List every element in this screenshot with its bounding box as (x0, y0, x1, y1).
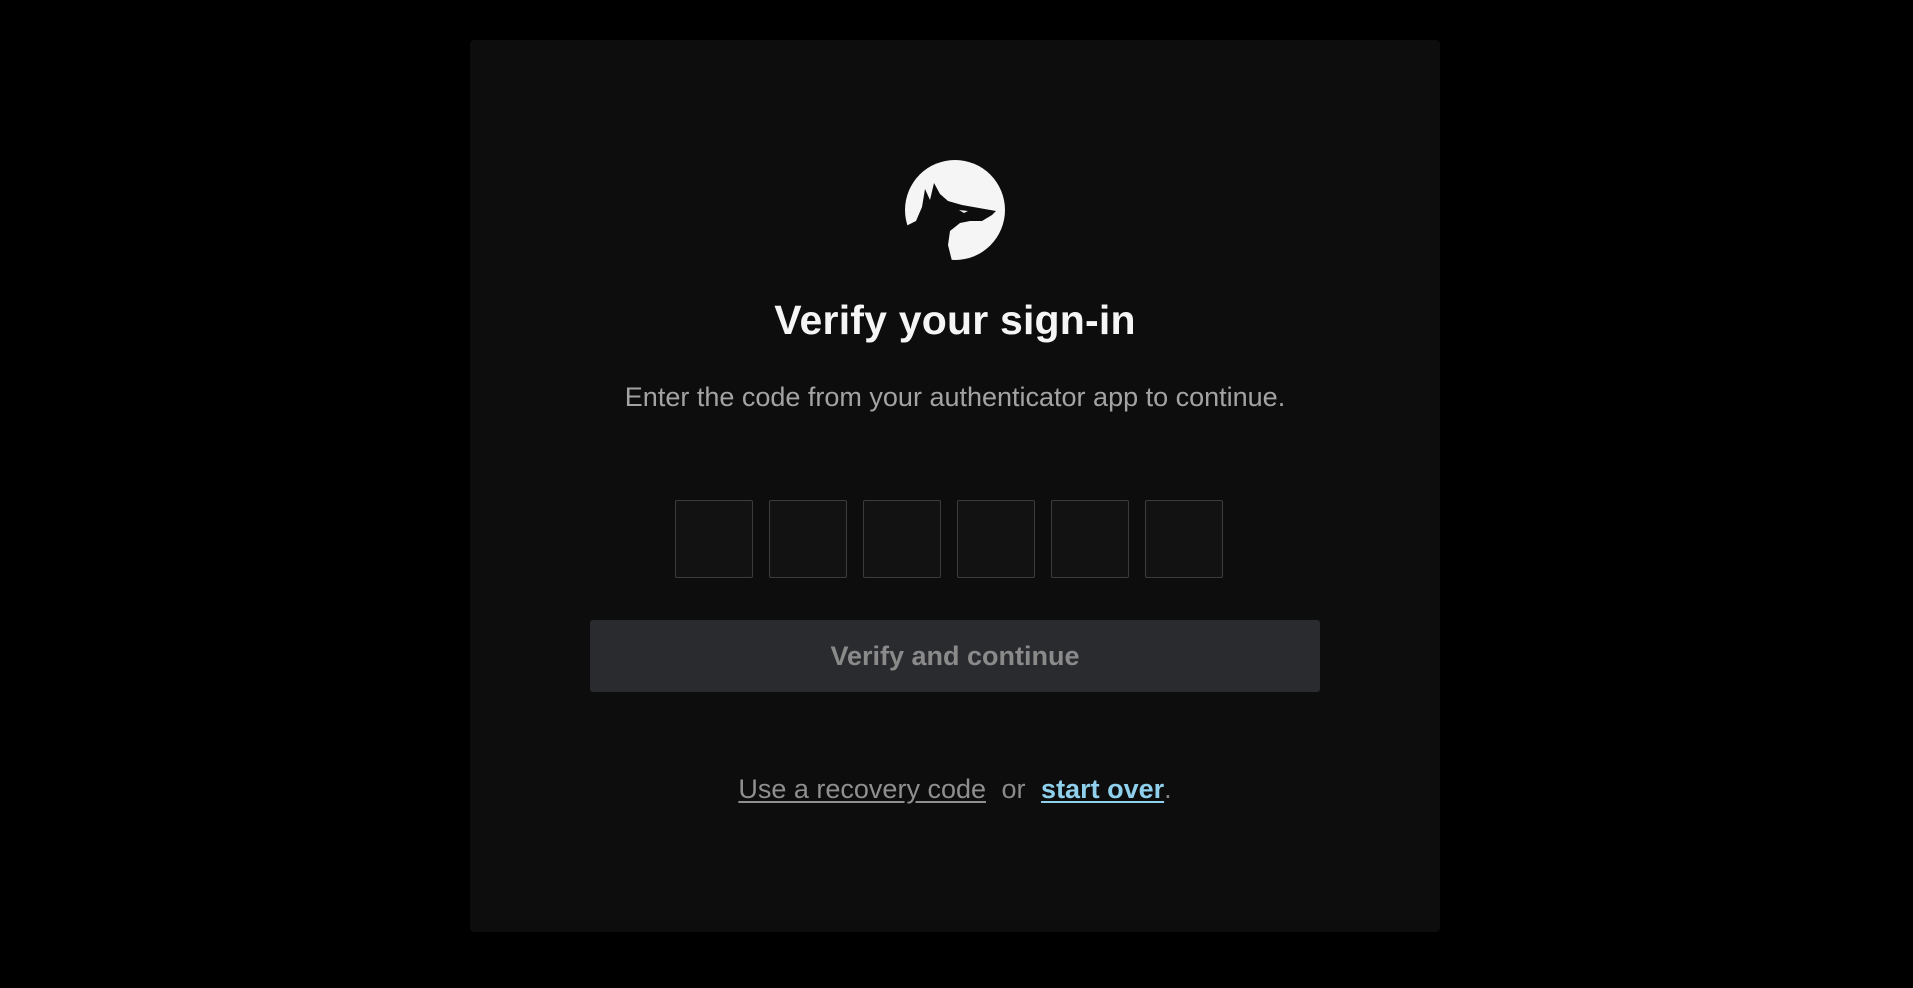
verify-continue-button[interactable]: Verify and continue (590, 620, 1320, 692)
verify-card: Verify your sign-in Enter the code from … (470, 40, 1440, 932)
wolf-moon-logo-icon (904, 159, 1006, 261)
start-over-link[interactable]: start over (1041, 774, 1164, 804)
page-subtitle: Enter the code from your authenticator a… (624, 382, 1286, 412)
page-title: Verify your sign-in (774, 297, 1136, 343)
code-digit-1[interactable] (675, 500, 753, 578)
recovery-code-link[interactable]: Use a recovery code (738, 774, 986, 804)
code-digit-6[interactable] (1145, 500, 1223, 578)
code-digit-4[interactable] (957, 500, 1035, 578)
code-input-group (675, 500, 1223, 578)
footer-links: Use a recovery code or start over. (470, 776, 1440, 803)
code-digit-5[interactable] (1051, 500, 1129, 578)
code-digit-3[interactable] (863, 500, 941, 578)
footer-separator: or (1001, 774, 1026, 804)
footer-period: . (1164, 774, 1172, 804)
code-digit-2[interactable] (769, 500, 847, 578)
